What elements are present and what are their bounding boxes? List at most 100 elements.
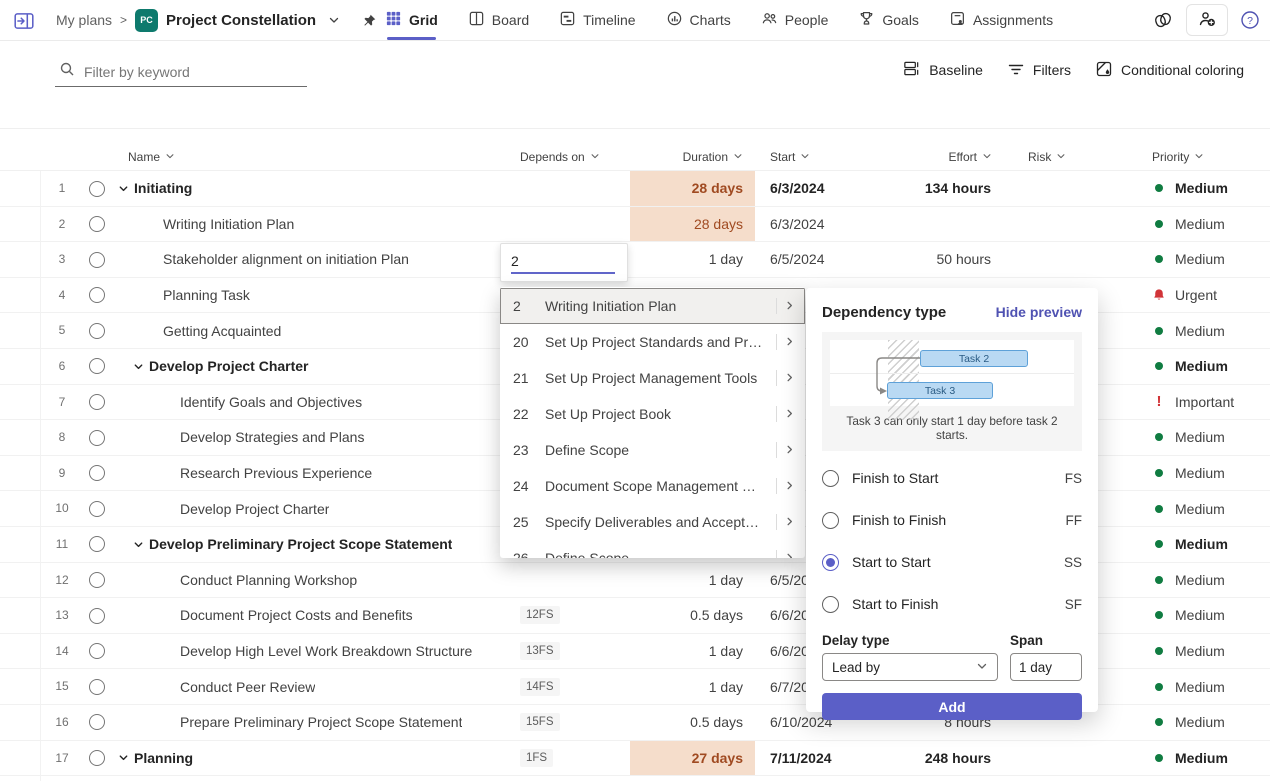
radio-icon[interactable]: [822, 512, 839, 529]
depends-on-input[interactable]: [511, 250, 615, 274]
duration-cell[interactable]: 1 day: [630, 634, 755, 669]
progress-circle[interactable]: [89, 323, 105, 339]
filters-button[interactable]: Filters: [1007, 60, 1071, 81]
header-start[interactable]: Start: [770, 143, 810, 171]
dependency-type-option[interactable]: Start to Finish SF: [822, 583, 1082, 625]
progress-circle[interactable]: [89, 358, 105, 374]
depends-on-cell[interactable]: [520, 207, 620, 242]
duration-cell[interactable]: 1 day: [630, 669, 755, 704]
progress-circle[interactable]: [89, 287, 105, 303]
risk-cell[interactable]: [1028, 171, 1108, 206]
row-number[interactable]: 8: [44, 420, 80, 455]
priority-cell[interactable]: ! Medium: [1152, 491, 1264, 526]
collapse-chevron-icon[interactable]: [118, 752, 129, 763]
row-number[interactable]: 4: [44, 278, 80, 313]
dependency-type-option[interactable]: Finish to Finish FF: [822, 499, 1082, 541]
row-number[interactable]: 12: [44, 563, 80, 598]
progress-circle[interactable]: [89, 643, 105, 659]
risk-cell[interactable]: [1028, 207, 1108, 242]
row-number[interactable]: 6: [44, 349, 80, 384]
priority-cell[interactable]: ! Medium: [1152, 598, 1264, 633]
header-risk[interactable]: Risk: [1028, 143, 1066, 171]
progress-circle[interactable]: [89, 216, 105, 232]
priority-cell[interactable]: ! Medium: [1152, 313, 1264, 348]
progress-circle[interactable]: [89, 501, 105, 517]
risk-cell[interactable]: [1028, 242, 1108, 277]
row-number[interactable]: 16: [44, 705, 80, 740]
radio-icon[interactable]: [822, 470, 839, 487]
chevron-right-icon[interactable]: [784, 334, 795, 350]
chevron-right-icon[interactable]: [784, 550, 795, 558]
risk-cell[interactable]: [1028, 741, 1108, 776]
row-number[interactable]: 5: [44, 313, 80, 348]
progress-circle[interactable]: [89, 679, 105, 695]
priority-cell[interactable]: ! Medium: [1152, 741, 1264, 776]
priority-cell[interactable]: ! Medium: [1152, 669, 1264, 704]
header-depends-on[interactable]: Depends on: [520, 143, 600, 171]
row-number[interactable]: 1: [44, 171, 80, 206]
priority-cell[interactable]: ! Medium: [1152, 634, 1264, 669]
depends-on-cell[interactable]: 12FS: [520, 598, 620, 633]
row-number[interactable]: 13: [44, 598, 80, 633]
dependency-dropdown-item[interactable]: 23 Define Scope: [500, 432, 805, 468]
priority-cell[interactable]: ! Medium: [1152, 171, 1264, 206]
table-row[interactable]: 2 Writing Initiation Plan 28 days 6/3/20…: [0, 207, 1270, 243]
priority-cell[interactable]: ! Medium: [1152, 420, 1264, 455]
baseline-button[interactable]: Baseline: [902, 59, 983, 81]
row-number[interactable]: 10: [44, 491, 80, 526]
start-cell[interactable]: 6/3/2024: [770, 207, 878, 242]
priority-cell[interactable]: ! Medium: [1152, 207, 1264, 242]
add-user-button[interactable]: [1186, 4, 1228, 36]
chevron-right-icon[interactable]: [784, 442, 795, 458]
progress-circle[interactable]: [89, 750, 105, 766]
progress-circle[interactable]: [89, 536, 105, 552]
tab-board[interactable]: Board: [468, 0, 529, 40]
row-number[interactable]: 17: [44, 741, 80, 776]
chevron-down-icon[interactable]: [328, 14, 340, 26]
conditional-coloring-button[interactable]: Conditional coloring: [1095, 60, 1244, 81]
priority-cell[interactable]: ! Medium: [1152, 349, 1264, 384]
tab-timeline[interactable]: Timeline: [559, 0, 635, 40]
progress-circle[interactable]: [89, 608, 105, 624]
dependency-dropdown-item[interactable]: 21 Set Up Project Management Tools: [500, 360, 805, 396]
dependency-dropdown-item[interactable]: 20 Set Up Project Standards and Procedur…: [500, 324, 805, 360]
tab-grid[interactable]: Grid: [385, 0, 438, 40]
priority-cell[interactable]: ! Important: [1152, 385, 1264, 420]
priority-cell[interactable]: ! Medium: [1152, 705, 1264, 740]
duration-cell[interactable]: 28 days: [630, 207, 755, 242]
row-number[interactable]: 14: [44, 634, 80, 669]
header-name[interactable]: Name: [128, 143, 175, 171]
progress-circle[interactable]: [89, 252, 105, 268]
header-effort[interactable]: Effort: [880, 143, 992, 171]
duration-cell[interactable]: 1 day: [630, 563, 755, 598]
chevron-right-icon[interactable]: [784, 298, 795, 314]
progress-circle[interactable]: [89, 430, 105, 446]
row-number[interactable]: 11: [44, 527, 80, 562]
progress-circle[interactable]: [89, 181, 105, 197]
tab-charts[interactable]: Charts: [666, 0, 731, 40]
radio-icon[interactable]: [822, 596, 839, 613]
pin-icon[interactable]: [362, 13, 377, 28]
depends-on-cell[interactable]: 14FS: [520, 669, 620, 704]
table-row[interactable]: 1 Initiating 28 days 6/3/2024 134 hours …: [0, 171, 1270, 207]
dependency-dropdown-item[interactable]: 2 Writing Initiation Plan: [500, 288, 805, 324]
progress-circle[interactable]: [89, 714, 105, 730]
dependency-type-option[interactable]: Start to Start SS: [822, 541, 1082, 583]
panel-collapse-icon[interactable]: [13, 10, 35, 32]
start-cell[interactable]: 6/3/2024: [770, 171, 878, 206]
start-cell[interactable]: 7/11/2024: [770, 741, 878, 776]
duration-cell[interactable]: 28 days: [630, 171, 755, 206]
copilot-icon[interactable]: [1152, 9, 1174, 31]
row-number[interactable]: 2: [44, 207, 80, 242]
progress-circle[interactable]: [89, 572, 105, 588]
dependency-type-option[interactable]: Finish to Start FS: [822, 457, 1082, 499]
effort-cell[interactable]: 50 hours: [880, 242, 1005, 277]
table-row[interactable]: 3 Stakeholder alignment on initiation Pl…: [0, 242, 1270, 278]
row-number[interactable]: 9: [44, 456, 80, 491]
duration-cell[interactable]: 27 days: [630, 741, 755, 776]
dependency-dropdown-item[interactable]: 26 Define Scope: [500, 540, 805, 558]
depends-on-cell[interactable]: 15FS: [520, 705, 620, 740]
duration-cell[interactable]: 0.5 days: [630, 705, 755, 740]
duration-cell[interactable]: 1 day: [630, 242, 755, 277]
effort-cell[interactable]: 248 hours: [880, 741, 1005, 776]
